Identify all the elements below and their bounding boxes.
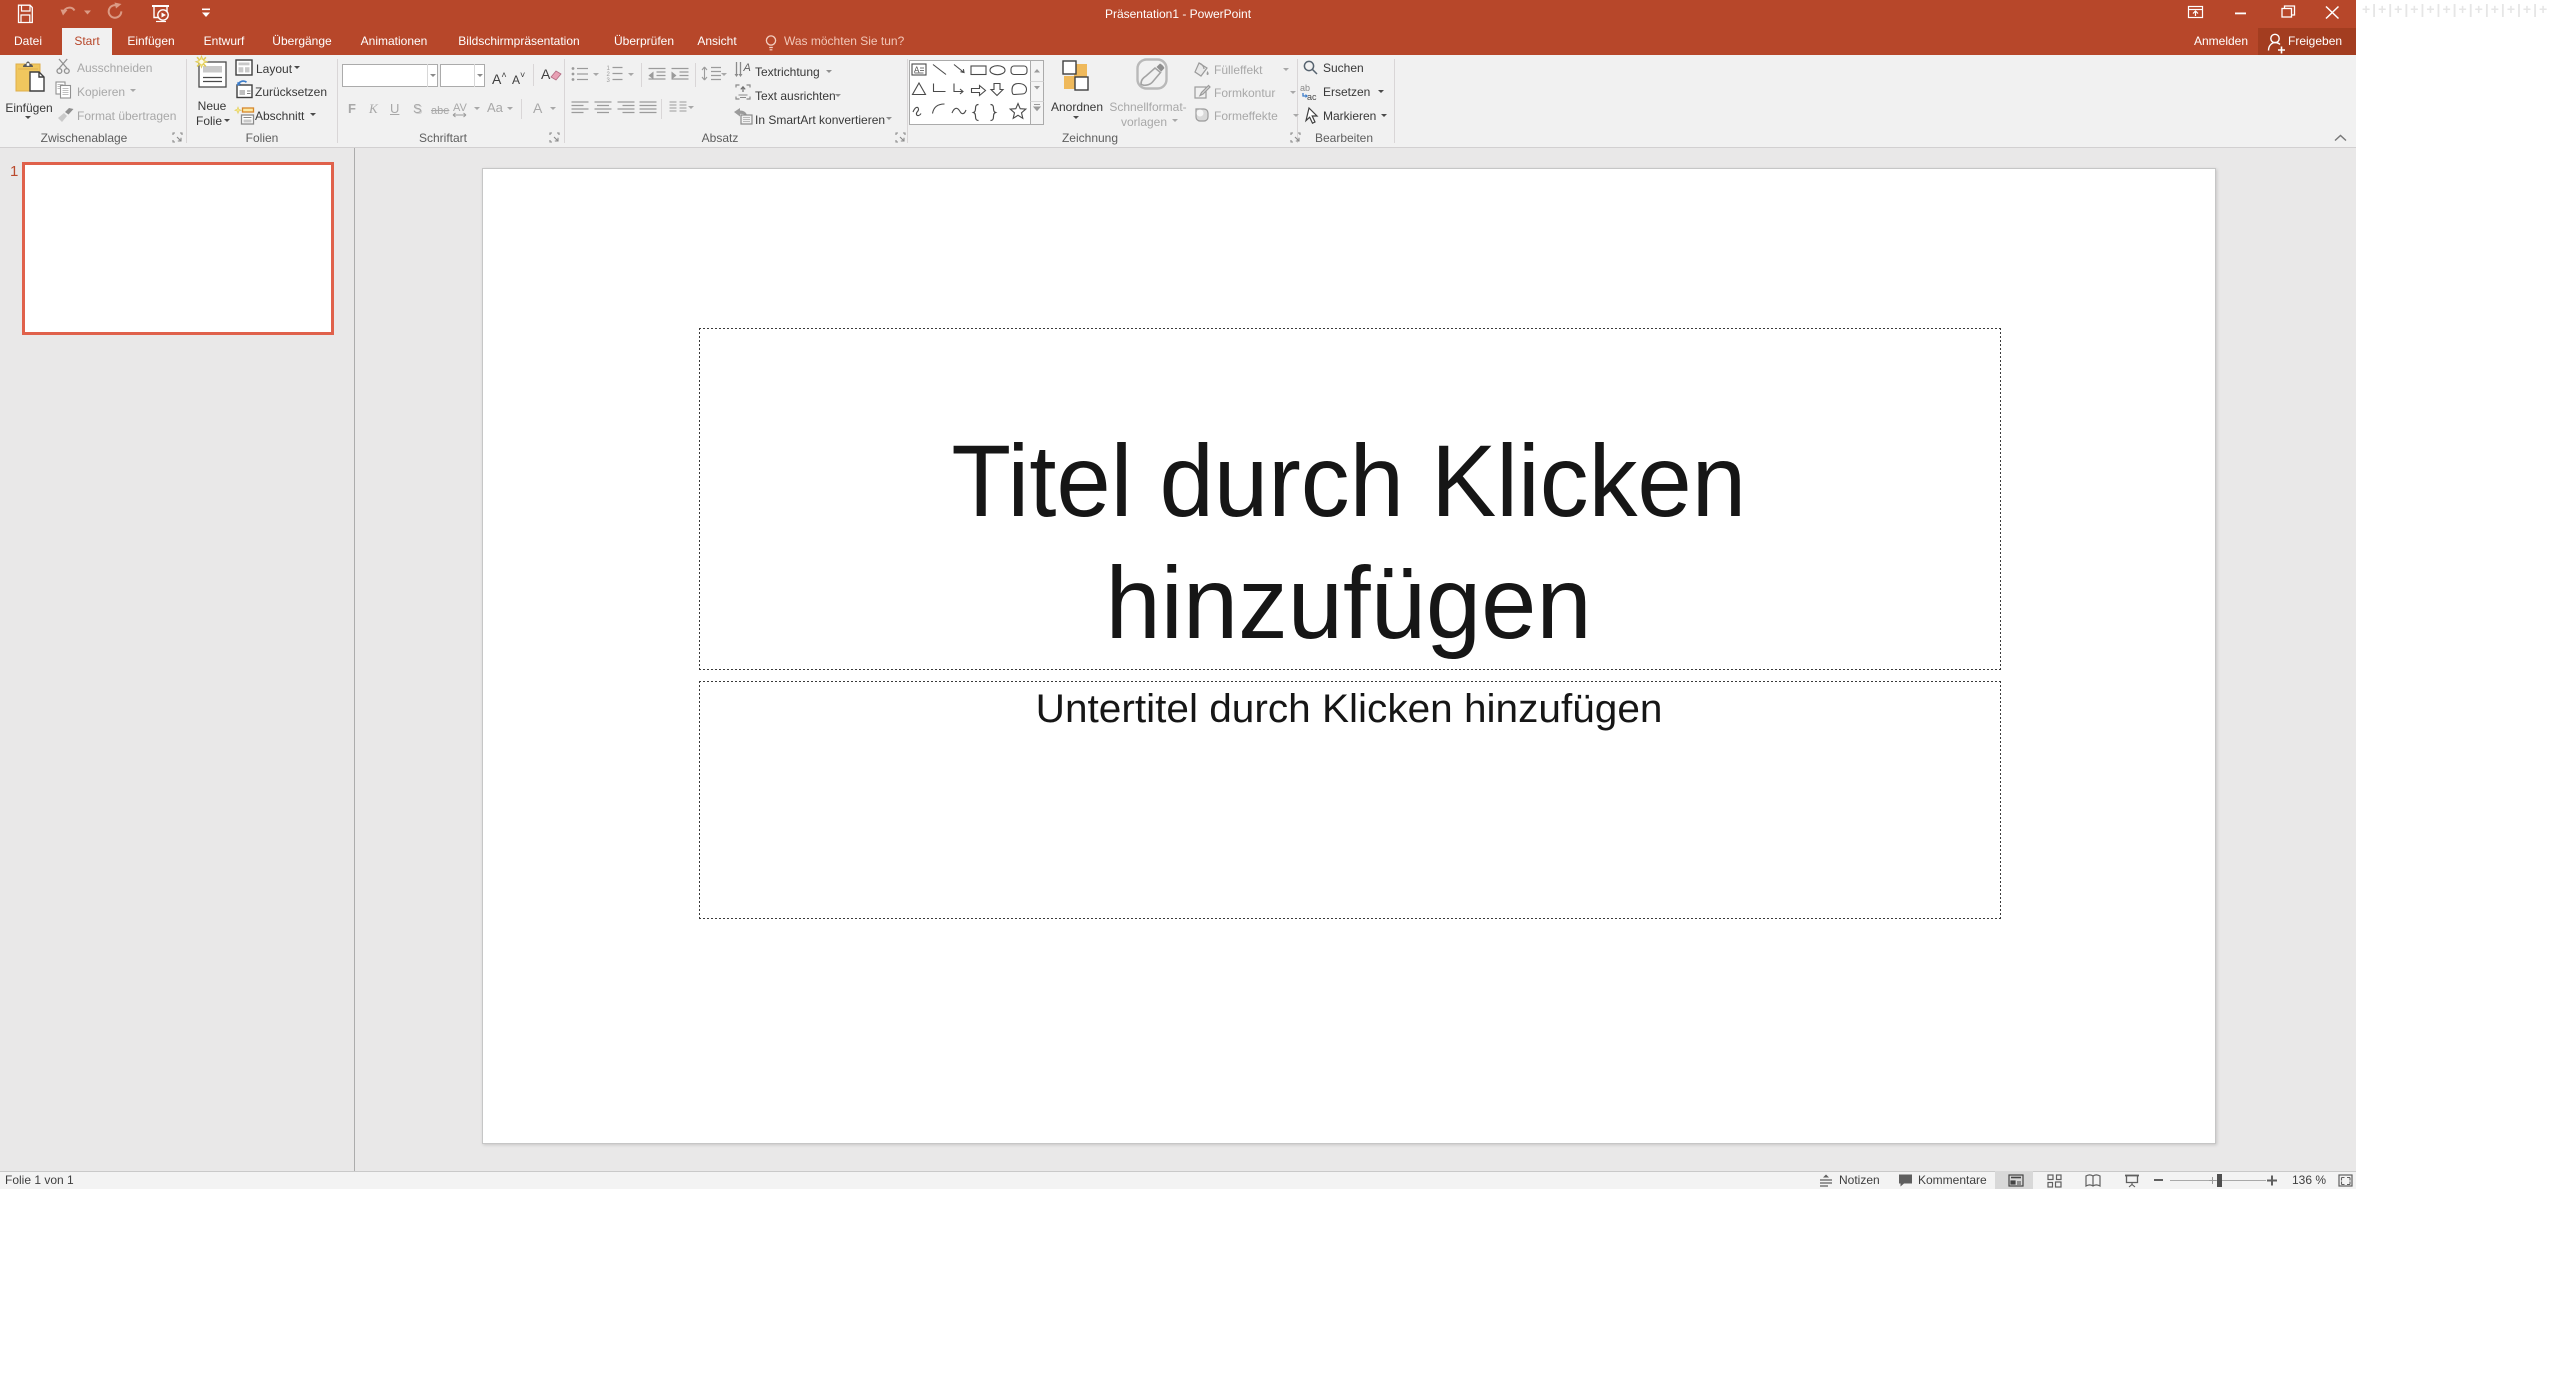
svg-text:ac: ac (1307, 92, 1317, 102)
svg-text:A: A (743, 62, 751, 74)
